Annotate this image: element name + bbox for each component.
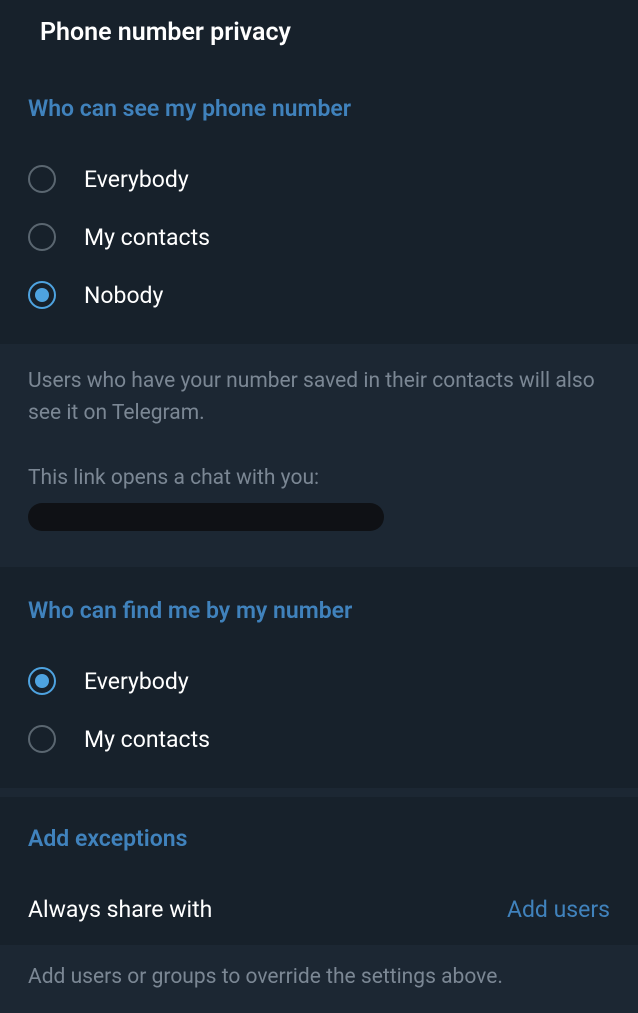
exceptions-footer-description: Add users or groups to override the sett… <box>0 945 638 1013</box>
exception-always-share[interactable]: Always share with Add users <box>0 874 638 945</box>
radio-circle-icon <box>28 165 56 193</box>
radio-label: Everybody <box>84 166 189 193</box>
radio-circle-selected-icon <box>28 667 56 695</box>
radio-option-everybody-see[interactable]: Everybody <box>0 150 638 208</box>
radio-circle-icon <box>28 725 56 753</box>
radio-label: My contacts <box>84 224 210 251</box>
radio-option-nobody-see[interactable]: Nobody <box>0 266 638 324</box>
radio-list-see: Everybody My contacts Nobody <box>0 140 638 344</box>
radio-list-find: Everybody My contacts <box>0 642 638 788</box>
radio-circle-icon <box>28 223 56 251</box>
radio-option-everybody-find[interactable]: Everybody <box>0 652 638 710</box>
radio-label: Nobody <box>84 282 163 309</box>
section-add-exceptions: Add exceptions Always share with Add use… <box>0 797 638 945</box>
radio-label: My contacts <box>84 726 210 753</box>
section-who-can-find: Who can find me by my number Everybody M… <box>0 567 638 788</box>
section-header-exceptions: Add exceptions <box>0 797 638 874</box>
section-who-can-see: Who can see my phone number Everybody My… <box>0 65 638 344</box>
redacted-link <box>28 503 384 531</box>
radio-option-mycontacts-see[interactable]: My contacts <box>0 208 638 266</box>
section-divider <box>0 788 638 797</box>
section-header-see: Who can see my phone number <box>0 65 638 140</box>
exception-label: Always share with <box>28 896 212 923</box>
section-header-find: Who can find me by my number <box>0 567 638 642</box>
radio-option-mycontacts-find[interactable]: My contacts <box>0 710 638 768</box>
description-text-1: Users who have your number saved in thei… <box>28 366 610 429</box>
exception-action: Add users <box>507 896 610 923</box>
page-title: Phone number privacy <box>0 0 638 65</box>
radio-circle-selected-icon <box>28 281 56 309</box>
description-see: Users who have your number saved in thei… <box>0 344 638 567</box>
radio-label: Everybody <box>84 668 189 695</box>
description-text-2: This link opens a chat with you: <box>28 463 610 495</box>
